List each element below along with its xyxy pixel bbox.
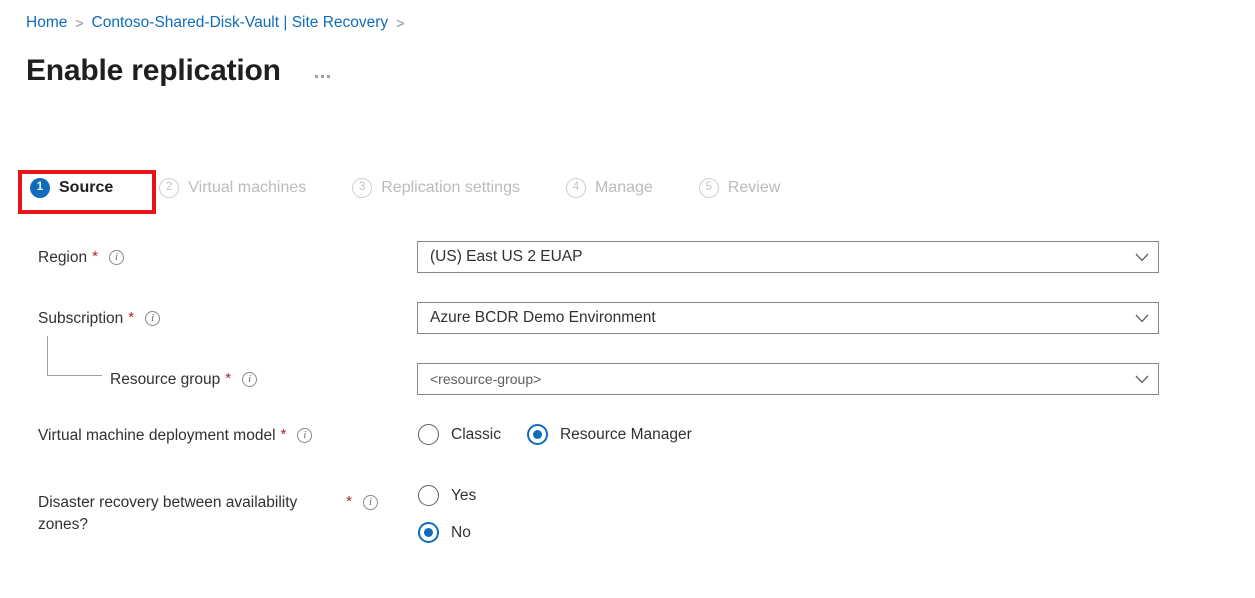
- resource-group-dropdown[interactable]: <resource-group>: [417, 363, 1159, 395]
- step-label: Source: [59, 179, 114, 196]
- subscription-label-text: Subscription: [38, 310, 124, 327]
- step-label: Review: [727, 179, 781, 196]
- wizard-steps: 1 Source 2 Virtual machines 3 Replicatio…: [30, 178, 780, 198]
- info-icon[interactable]: i: [108, 250, 124, 265]
- deployment-model-radio-group: Classic Resource Manager: [418, 424, 718, 445]
- subscription-resource-group-connector: [47, 336, 102, 376]
- region-dropdown[interactable]: (US) East US 2 EUAP: [417, 241, 1159, 273]
- radio-option-yes[interactable]: Yes: [418, 485, 476, 506]
- wizard-step-review[interactable]: 5 Review: [698, 178, 781, 198]
- chevron-down-icon: [1126, 314, 1158, 323]
- info-icon[interactable]: i: [242, 372, 258, 387]
- resource-group-label-text: Resource group: [110, 371, 221, 388]
- region-label-text: Region: [38, 249, 88, 266]
- breadcrumb-separator: >: [75, 15, 84, 31]
- breadcrumb: Home > Contoso-Shared-Disk-Vault | Site …: [26, 13, 412, 33]
- required-marker: *: [280, 426, 287, 443]
- radio-option-no[interactable]: No: [418, 522, 476, 543]
- info-icon[interactable]: i: [363, 495, 378, 510]
- chevron-down-icon: [1126, 375, 1158, 384]
- breadcrumb-separator: >: [396, 15, 405, 31]
- deployment-model-label-text: Virtual machine deployment model: [38, 427, 276, 444]
- radio-dot-icon: [532, 430, 542, 439]
- chevron-down-icon: [1126, 253, 1158, 262]
- deployment-model-label: Virtual machine deployment model * i: [38, 425, 313, 447]
- radio-circle-icon: [418, 424, 439, 445]
- ellipsis-dot-icon: [326, 74, 330, 78]
- subscription-value: Azure BCDR Demo Environment: [430, 309, 656, 326]
- wizard-step-source[interactable]: 1 Source: [30, 178, 113, 198]
- required-marker: *: [346, 493, 352, 510]
- required-marker: *: [225, 370, 232, 387]
- breadcrumb-item-vault[interactable]: Contoso-Shared-Disk-Vault | Site Recover…: [92, 13, 389, 33]
- step-label: Virtual machines: [188, 179, 307, 196]
- breadcrumb-item-home[interactable]: Home: [26, 13, 67, 33]
- radio-circle-icon: [418, 485, 439, 506]
- radio-label: Yes: [451, 486, 477, 504]
- required-marker: *: [128, 309, 135, 326]
- radio-circle-icon: [418, 522, 439, 543]
- page-header: Enable replication: [26, 52, 334, 90]
- availability-zones-radio-group: Yes No: [418, 485, 476, 543]
- step-number-badge: 4: [565, 178, 586, 198]
- availability-zones-label-text: Disaster recovery between availability z…: [38, 494, 298, 533]
- radio-label: Classic: [451, 425, 501, 443]
- wizard-step-replication-settings[interactable]: 3 Replication settings: [352, 178, 520, 198]
- radio-dot-icon: [424, 528, 433, 537]
- more-options-button[interactable]: [311, 69, 334, 84]
- step-number-badge: 3: [352, 178, 373, 198]
- radio-label: No: [451, 523, 471, 541]
- radio-option-classic[interactable]: Classic: [418, 424, 501, 445]
- subscription-dropdown[interactable]: Azure BCDR Demo Environment: [417, 302, 1159, 334]
- ellipsis-dot-icon: [314, 74, 318, 78]
- wizard-step-virtual-machines[interactable]: 2 Virtual machines: [159, 178, 306, 198]
- subscription-label: Subscription * i: [38, 308, 161, 330]
- resource-group-label: Resource group * i: [110, 369, 258, 391]
- page-title: Enable replication: [26, 54, 281, 87]
- radio-option-resource-manager[interactable]: Resource Manager: [526, 424, 692, 445]
- wizard-step-manage[interactable]: 4 Manage: [565, 178, 653, 198]
- step-label: Replication settings: [381, 179, 520, 196]
- radio-label: Resource Manager: [559, 425, 692, 443]
- step-number-badge: 2: [159, 178, 180, 198]
- region-value: (US) East US 2 EUAP: [430, 248, 583, 265]
- step-number-badge: 5: [698, 178, 719, 198]
- info-icon[interactable]: i: [145, 311, 161, 326]
- region-label: Region * i: [38, 247, 124, 269]
- ellipsis-dot-icon: [320, 74, 324, 78]
- step-label: Manage: [594, 179, 653, 196]
- required-marker: *: [92, 248, 98, 265]
- resource-group-value: <resource-group>: [430, 371, 542, 387]
- radio-circle-icon: [526, 424, 548, 445]
- availability-zones-label: Disaster recovery between availability z…: [38, 492, 378, 536]
- info-icon[interactable]: i: [297, 428, 313, 443]
- step-number-badge: 1: [30, 178, 50, 198]
